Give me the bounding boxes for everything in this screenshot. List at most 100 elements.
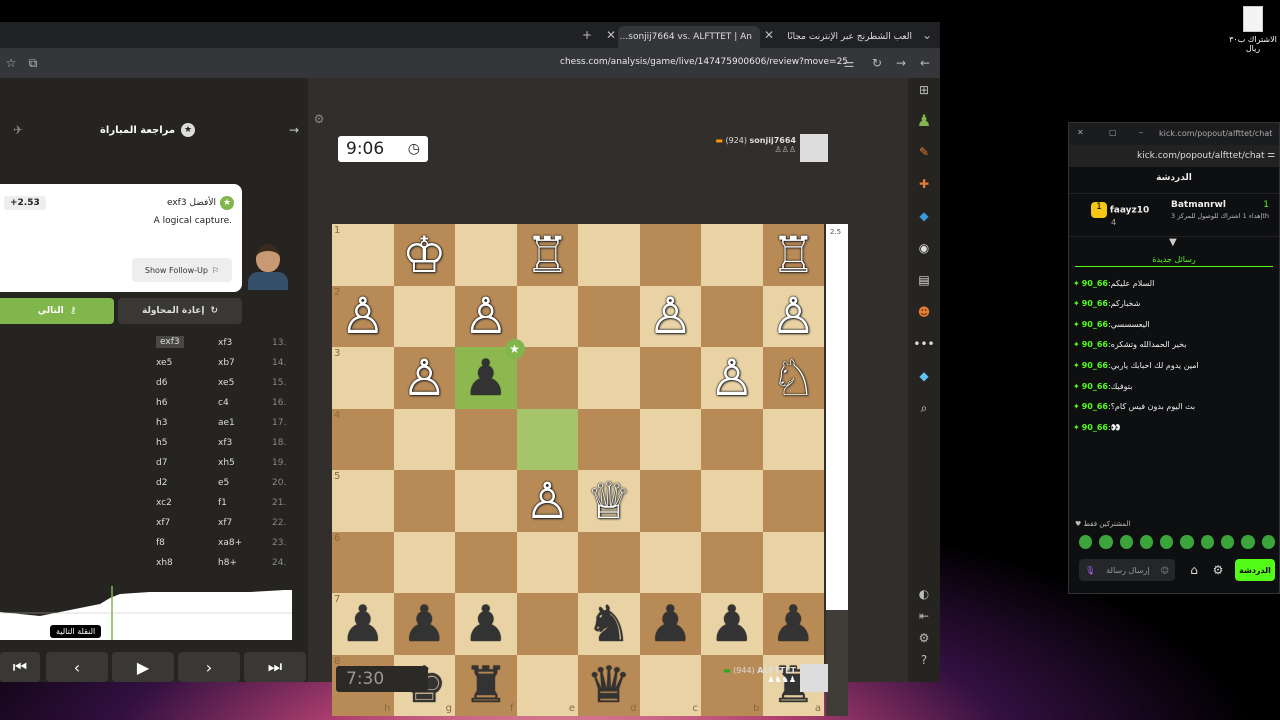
chess-piece[interactable]: ♛ — [586, 660, 631, 710]
move-row[interactable]: 21. f1 xc2 — [0, 494, 290, 514]
chess-piece[interactable]: ♖ — [525, 230, 570, 280]
pin-icon[interactable]: ✈ — [10, 122, 26, 138]
collapse-icon[interactable]: ⇤ — [916, 608, 932, 624]
board-square[interactable] — [516, 408, 578, 470]
black-move[interactable]: xf7 — [156, 518, 170, 528]
move-row[interactable]: 24. h8+ xh8 — [0, 554, 290, 574]
emote-icon[interactable] — [1099, 535, 1113, 549]
board-square[interactable]: c — [639, 654, 701, 716]
board-square[interactable]: ♟ — [762, 593, 824, 655]
retry-button[interactable]: إعادة المحاولة ↻ — [118, 298, 242, 324]
emote-icon[interactable] — [1241, 535, 1255, 549]
white-move[interactable]: e5 — [218, 478, 229, 488]
chess-piece[interactable]: ♜ — [463, 660, 508, 710]
puzzle-piece-icon[interactable]: ✚ — [916, 176, 932, 192]
board-square[interactable]: 3 — [332, 347, 394, 409]
message-user[interactable]: 66_90 — [1082, 361, 1108, 370]
back-icon[interactable]: ← — [918, 56, 932, 70]
board-square[interactable] — [393, 408, 455, 470]
chess-piece[interactable]: ♕ — [586, 476, 631, 526]
board-square[interactable] — [516, 285, 578, 347]
board-square[interactable]: ♔ — [393, 224, 455, 286]
social-icon[interactable]: ☻ — [916, 304, 932, 320]
emote-icon[interactable] — [1221, 535, 1235, 549]
chess-piece[interactable]: ♟ — [709, 599, 754, 649]
chess-piece[interactable]: ♟ — [463, 353, 508, 403]
top-player[interactable]: ▬ (924) sonjij7664 ♙♙♙ — [700, 136, 796, 162]
black-move[interactable]: f8 — [156, 538, 165, 548]
move-row[interactable]: 18. xf3 h5 — [0, 434, 290, 454]
next-button[interactable]: التالي ⚷ — [0, 298, 114, 324]
board-square[interactable]: ♕ — [578, 470, 640, 532]
maximize-icon[interactable]: ▢ — [1109, 128, 1117, 137]
chess-piece[interactable]: ♙ — [525, 476, 570, 526]
puzzle-icon[interactable]: ✎ — [916, 144, 932, 160]
watch-icon[interactable]: ◉ — [916, 240, 932, 256]
help-icon[interactable]: ? — [916, 652, 932, 668]
next-move-button[interactable]: › — [178, 652, 240, 682]
chess-piece[interactable]: ♙ — [648, 291, 693, 341]
board-square[interactable] — [393, 470, 455, 532]
evaluation-graph[interactable] — [0, 586, 292, 640]
black-move[interactable]: h3 — [156, 418, 167, 428]
board-square[interactable] — [578, 224, 640, 286]
move-row[interactable]: 14. xb7 xe5 — [0, 354, 290, 374]
board-square[interactable] — [455, 470, 517, 532]
board-square[interactable]: e — [516, 654, 578, 716]
move-row[interactable]: 13. xf3 exf3 — [0, 334, 290, 354]
board-square[interactable]: ♖ — [762, 224, 824, 286]
new-tab-icon[interactable]: + — [580, 28, 594, 42]
move-row[interactable]: 22. xf7 xf7 — [0, 514, 290, 534]
store-icon[interactable]: ⌂ — [1187, 563, 1201, 577]
board-square[interactable]: ♙ — [701, 347, 763, 409]
chat-send-button[interactable]: الدردشة — [1235, 559, 1275, 581]
kick-urlbar[interactable]: kick.com/popout/alfttet/chat ⚌ — [1069, 145, 1279, 167]
white-move[interactable]: xh5 — [218, 458, 235, 468]
board-square[interactable]: ♙ — [393, 347, 455, 409]
more-icon[interactable]: ••• — [913, 336, 934, 352]
board-square[interactable]: ♟ — [639, 593, 701, 655]
message-user[interactable]: 66_90 — [1082, 402, 1108, 411]
board-square[interactable] — [393, 531, 455, 593]
black-move[interactable]: h6 — [156, 398, 167, 408]
board-square[interactable]: ♙ — [639, 285, 701, 347]
board-square[interactable]: ♙ 2 — [332, 285, 394, 347]
board-square[interactable]: 1 — [332, 224, 394, 286]
share-icon[interactable]: ⧉ — [26, 56, 40, 70]
emote-bar[interactable] — [1075, 535, 1275, 551]
chess-piece[interactable]: ♙ — [340, 291, 385, 341]
emote-icon[interactable] — [1160, 535, 1174, 549]
black-move[interactable]: xc2 — [156, 498, 172, 508]
move-row[interactable]: 15. xe5 d6 — [0, 374, 290, 394]
search-icon[interactable]: ⌕ — [916, 400, 932, 416]
move-row[interactable]: 17. ae1 h3 — [0, 414, 290, 434]
board-square[interactable]: ♟ — [701, 593, 763, 655]
first-move-button[interactable]: ⏮ — [0, 652, 40, 682]
close-icon[interactable]: ✕ — [1077, 128, 1084, 137]
url-text[interactable]: chess.com/analysis/game/live/14747590060… — [560, 57, 848, 67]
board-square[interactable] — [516, 593, 578, 655]
play-button[interactable]: ▶ — [112, 652, 174, 682]
board-square[interactable] — [701, 531, 763, 593]
black-move[interactable]: d6 — [156, 378, 167, 388]
black-move[interactable]: d7 — [156, 458, 167, 468]
move-row[interactable]: 19. xh5 d7 — [0, 454, 290, 474]
white-move[interactable]: xf3 — [218, 338, 232, 348]
board-square[interactable]: ♟ ★ — [455, 339, 525, 409]
message-user[interactable]: 66_90 — [1082, 320, 1108, 329]
board-square[interactable] — [639, 347, 701, 409]
board-square[interactable] — [762, 408, 824, 470]
chess-piece[interactable]: ♟ — [402, 599, 447, 649]
chess-piece[interactable]: ♙ — [463, 291, 508, 341]
board-square[interactable] — [701, 224, 763, 286]
board-square[interactable]: ♘ — [762, 347, 824, 409]
message-user[interactable]: 66_90 — [1082, 382, 1108, 391]
board-square[interactable]: 4 — [332, 408, 394, 470]
filter-icon[interactable]: ▼ — [1169, 237, 1177, 248]
chess-piece[interactable]: ♙ — [709, 353, 754, 403]
minimize-icon[interactable]: – — [1139, 128, 1143, 137]
tab-menu-icon[interactable]: ⌄ — [920, 28, 934, 42]
white-move[interactable]: h8+ — [218, 558, 237, 568]
chess-piece[interactable]: ♟ — [648, 599, 693, 649]
board-square[interactable] — [578, 347, 640, 409]
